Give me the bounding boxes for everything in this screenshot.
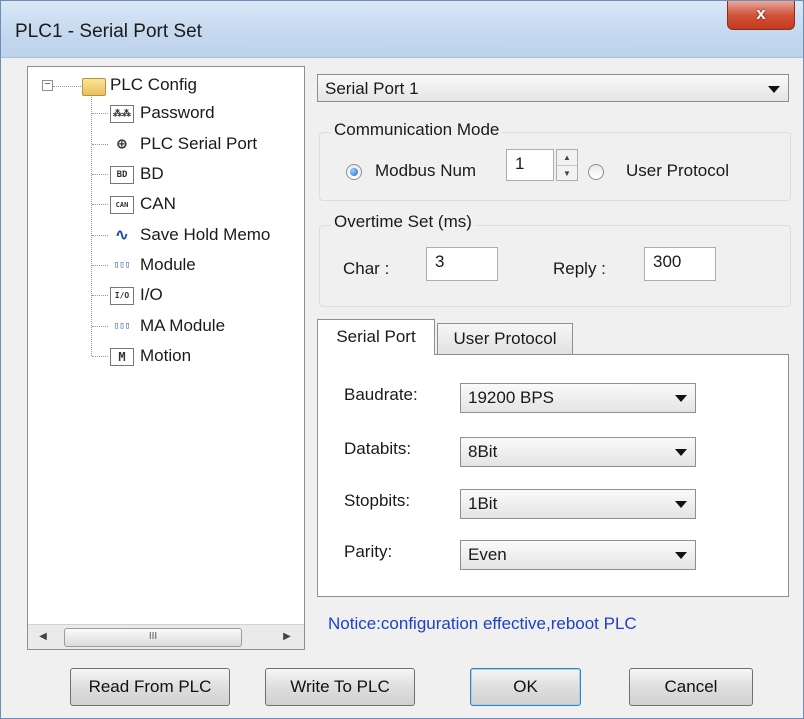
stopbits-select[interactable]: 1Bit	[460, 489, 696, 519]
user-protocol-label: User Protocol	[626, 161, 729, 180]
dialog-window: PLC1 - Serial Port Set x − PLC Config ⁂⁂…	[0, 0, 804, 719]
tree-item-label: I/O	[140, 285, 163, 304]
window-title: PLC1 - Serial Port Set	[15, 21, 202, 42]
char-timeout-input[interactable]: 3	[426, 247, 498, 281]
chevron-down-icon	[675, 501, 687, 508]
tree-item-label: Module	[140, 255, 196, 274]
parity-label: Parity:	[344, 542, 393, 561]
parity-select[interactable]: Even	[460, 540, 696, 570]
modbus-num-input[interactable]: 1	[506, 149, 554, 181]
databits-label: Databits:	[344, 439, 412, 458]
chevron-down-icon	[675, 395, 687, 402]
tab-serial-port[interactable]: Serial Port	[317, 319, 435, 355]
databits-value: 8Bit	[468, 442, 498, 461]
tree-item-can[interactable]: CAN CAN	[110, 192, 176, 216]
baudrate-label: Baudrate:	[344, 385, 418, 404]
modbus-num-stepper[interactable]: ▲ ▼	[556, 149, 578, 181]
tree-item-label: Save Hold Memo	[140, 225, 271, 244]
reply-label: Reply :	[553, 259, 606, 278]
tree-item-label: MA Module	[140, 316, 226, 335]
tree-item-password[interactable]: ⁂⁂ Password	[110, 101, 215, 125]
collapse-toggle[interactable]: −	[42, 80, 53, 91]
tree-item-label: PLC Serial Port	[140, 134, 258, 153]
close-icon: x	[756, 4, 766, 23]
tree-connector	[92, 295, 108, 296]
close-button[interactable]: x	[727, 1, 795, 30]
ma-module-icon: ▯▯▯	[110, 317, 134, 336]
tab-user-protocol[interactable]: User Protocol	[437, 323, 573, 355]
serial-port-icon: ⊕	[110, 135, 134, 154]
tree-connector	[92, 265, 108, 266]
tree-connector	[92, 356, 108, 357]
reboot-notice: Notice:configuration effective,reboot PL…	[328, 614, 637, 633]
motion-icon: M	[110, 347, 134, 366]
tree-item-plc-serial-port[interactable]: ⊕ PLC Serial Port	[110, 132, 257, 156]
tree-item-label: Password	[140, 103, 215, 122]
tree-root-plc-config[interactable]: PLC Config	[110, 73, 197, 97]
baudrate-value: 19200 BPS	[468, 388, 555, 407]
can-icon: CAN	[110, 195, 134, 214]
reply-timeout-input[interactable]: 300	[644, 247, 716, 281]
chevron-down-icon	[768, 86, 780, 93]
horizontal-scrollbar[interactable]: ◀ III ▶	[28, 624, 304, 649]
folder-icon	[82, 78, 106, 96]
tree-item-save-hold-memo[interactable]: ∿ Save Hold Memo	[110, 223, 270, 247]
chevron-down-icon	[675, 449, 687, 456]
tab-label: Serial Port	[336, 327, 416, 346]
tab-label: User Protocol	[453, 329, 557, 348]
tree-item-label: Motion	[140, 346, 192, 365]
password-icon: ⁂⁂	[110, 104, 134, 123]
tree-item-motion[interactable]: M Motion	[110, 344, 191, 368]
stepper-up-icon[interactable]: ▲	[557, 150, 577, 166]
tree-item-bd[interactable]: BD BD	[110, 162, 164, 186]
module-icon: ▯▯▯	[110, 256, 134, 275]
tree-connector	[92, 235, 108, 236]
scroll-right-icon[interactable]: ▶	[276, 625, 298, 649]
title-bar: PLC1 - Serial Port Set x	[1, 1, 803, 58]
io-icon: I/O	[110, 286, 134, 305]
stopbits-label: Stopbits:	[344, 491, 411, 510]
user-protocol-radio[interactable]	[588, 164, 604, 180]
tree-connector	[92, 113, 108, 114]
config-tree: − PLC Config ⁂⁂ Password ⊕ PLC Serial Port…	[27, 66, 305, 650]
tree-item-label: CAN	[140, 194, 176, 213]
ok-button[interactable]: OK	[470, 668, 581, 706]
serial-port-select[interactable]: Serial Port 1	[317, 74, 789, 102]
stopbits-value: 1Bit	[468, 494, 498, 513]
tree-connector	[92, 174, 108, 175]
modbus-num-label: Modbus Num	[375, 161, 477, 180]
baudrate-select[interactable]: 19200 BPS	[460, 383, 696, 413]
tree-item-label: BD	[140, 164, 164, 183]
waveform-icon: ∿	[110, 226, 134, 245]
tree-item-io[interactable]: I/O I/O	[110, 283, 163, 307]
bd-icon: BD	[110, 165, 134, 184]
tree-connector	[92, 204, 108, 205]
tree-trunk	[91, 95, 92, 356]
write-to-plc-button[interactable]: Write To PLC	[265, 668, 415, 706]
char-label: Char :	[343, 259, 390, 278]
overtime-label: Overtime Set (ms)	[331, 212, 475, 232]
modbus-radio[interactable]	[346, 164, 362, 180]
scroll-left-icon[interactable]: ◀	[32, 625, 54, 649]
tree-connector	[92, 144, 108, 145]
tree-item-ma-module[interactable]: ▯▯▯ MA Module	[110, 314, 225, 338]
tree-item-module[interactable]: ▯▯▯ Module	[110, 253, 196, 277]
tree-root-label: PLC Config	[110, 75, 197, 94]
parity-value: Even	[468, 545, 507, 564]
cancel-button[interactable]: Cancel	[629, 668, 753, 706]
read-from-plc-button[interactable]: Read From PLC	[70, 668, 230, 706]
tree-connector	[92, 326, 108, 327]
tree-connector	[53, 86, 81, 87]
stepper-down-icon[interactable]: ▼	[557, 166, 577, 181]
serial-port-select-value: Serial Port 1	[325, 79, 419, 98]
chevron-down-icon	[675, 552, 687, 559]
communication-mode-label: Communication Mode	[331, 120, 503, 140]
scrollbar-thumb[interactable]: III	[64, 628, 242, 647]
databits-select[interactable]: 8Bit	[460, 437, 696, 467]
